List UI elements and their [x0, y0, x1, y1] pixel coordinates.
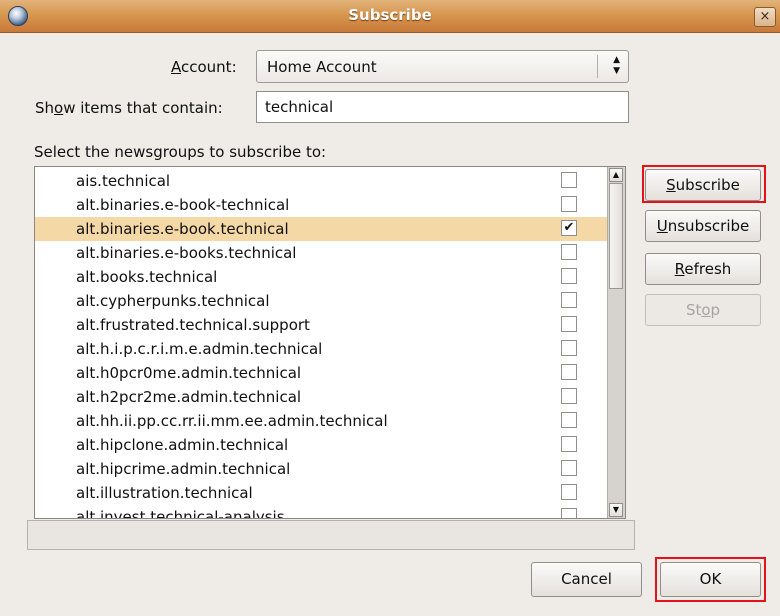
list-item[interactable]: alt.books.technical	[35, 265, 609, 289]
subscribe-checkbox[interactable]	[561, 316, 577, 332]
subscribe-checkbox[interactable]	[561, 388, 577, 404]
subscribe-checkbox[interactable]	[561, 460, 577, 476]
subscribe-checkbox[interactable]	[561, 244, 577, 260]
select-arrows-icon: ▲ ▼	[613, 55, 620, 76]
cancel-button[interactable]: Cancel	[531, 562, 642, 597]
newsgroup-name: alt.cypherpunks.technical	[76, 292, 270, 310]
newsgroup-name: alt.invest.technical-analysis	[76, 508, 285, 519]
list-item[interactable]: alt.hipcrime.admin.technical	[35, 457, 609, 481]
list-item[interactable]: alt.hipclone.admin.technical	[35, 433, 609, 457]
list-item[interactable]: alt.illustration.technical	[35, 481, 609, 505]
newsgroup-name: alt.h.i.p.c.r.i.m.e.admin.technical	[76, 340, 323, 358]
subscribe-checkbox[interactable]	[561, 340, 577, 356]
account-select[interactable]: Home Account ▲ ▼	[256, 50, 629, 83]
list-item[interactable]: alt.invest.technical-analysis	[35, 505, 609, 519]
list-item[interactable]: alt.h.i.p.c.r.i.m.e.admin.technical	[35, 337, 609, 361]
newsgroup-name: alt.binaries.e-book-technical	[76, 196, 290, 214]
subscribe-checkbox[interactable]	[561, 196, 577, 212]
account-select-value: Home Account	[267, 58, 377, 76]
newsgroup-name: alt.binaries.e-books.technical	[76, 244, 297, 262]
newsgroup-name: alt.books.technical	[76, 268, 218, 286]
subscribe-checkbox[interactable]	[561, 172, 577, 188]
title-bar: Subscribe ×	[0, 0, 780, 33]
list-item[interactable]: alt.binaries.e-books.technical	[35, 241, 609, 265]
status-box	[27, 520, 635, 550]
newsgroup-name: alt.illustration.technical	[76, 484, 253, 502]
account-label: Account:	[171, 58, 237, 76]
list-item[interactable]: alt.h0pcr0me.admin.technical	[35, 361, 609, 385]
newsgroup-name: alt.binaries.e-book.technical	[76, 220, 289, 238]
subscribe-checkbox[interactable]	[561, 292, 577, 308]
refresh-button[interactable]: Refresh	[645, 253, 761, 285]
scroll-down-icon[interactable]: ▼	[609, 503, 623, 517]
stop-button[interactable]: Stop	[645, 294, 761, 326]
subscribe-checkbox[interactable]: ✔	[561, 220, 577, 236]
newsgroup-list[interactable]: ais.technical alt.binaries.e-book-techni…	[34, 166, 626, 519]
list-scrollbar[interactable]: ▲ ▼	[607, 167, 625, 518]
subscribe-checkbox[interactable]	[561, 268, 577, 284]
list-item[interactable]: alt.hh.ii.pp.cc.rr.ii.mm.ee.admin.techni…	[35, 409, 609, 433]
subscribe-checkbox[interactable]	[561, 508, 577, 518]
select-divider	[597, 55, 598, 78]
newsgroup-name: ais.technical	[76, 172, 171, 190]
ok-highlight	[655, 557, 766, 602]
list-caption: Select the newsgroups to subscribe to:	[34, 143, 327, 161]
scrollbar-thumb[interactable]	[609, 183, 623, 289]
subscribe-checkbox[interactable]	[561, 484, 577, 500]
subscribe-checkbox[interactable]	[561, 412, 577, 428]
newsgroup-name: alt.hipclone.admin.technical	[76, 436, 289, 454]
newsgroup-name: alt.h0pcr0me.admin.technical	[76, 364, 302, 382]
window-title: Subscribe	[348, 6, 432, 24]
newsgroup-name: alt.h2pcr2me.admin.technical	[76, 388, 302, 406]
scroll-up-icon[interactable]: ▲	[609, 168, 623, 182]
list-item[interactable]: alt.binaries.e-book-technical	[35, 193, 609, 217]
subscribe-checkbox[interactable]	[561, 364, 577, 380]
newsgroup-name: alt.frustrated.technical.support	[76, 316, 310, 334]
list-item[interactable]: alt.frustrated.technical.support	[35, 313, 609, 337]
list-item[interactable]: alt.cypherpunks.technical	[35, 289, 609, 313]
close-button[interactable]: ×	[754, 7, 776, 27]
subscribe-checkbox[interactable]	[561, 436, 577, 452]
list-item[interactable]: alt.h2pcr2me.admin.technical	[35, 385, 609, 409]
filter-input[interactable]: technical	[256, 91, 629, 123]
unsubscribe-button[interactable]: Unsubscribe	[645, 210, 761, 242]
filter-label: Show items that contain:	[35, 99, 223, 117]
newsgroup-name: alt.hh.ii.pp.cc.rr.ii.mm.ee.admin.techni…	[76, 412, 388, 430]
list-item[interactable]: ais.technical	[35, 169, 609, 193]
list-item-selected[interactable]: alt.binaries.e-book.technical ✔	[35, 217, 609, 241]
newsgroup-name: alt.hipcrime.admin.technical	[76, 460, 291, 478]
subscribe-highlight	[642, 165, 766, 203]
